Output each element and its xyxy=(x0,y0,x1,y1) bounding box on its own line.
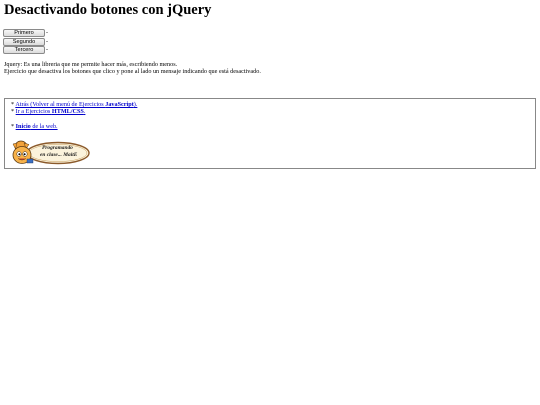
primero-button[interactable]: Primero xyxy=(3,28,45,37)
back-link[interactable]: Atrás (Volver al menú de Ejercicios Java… xyxy=(15,101,137,108)
home-link[interactable]: Inicio de la web. xyxy=(16,123,58,130)
bullet: * xyxy=(11,101,15,108)
nav-item-home: * Inicio de la web. xyxy=(11,123,58,130)
logo-text-line2: en clase... MaitE xyxy=(40,152,78,158)
nav-item-css: * Ir a Ejercicios HTML/CSS. xyxy=(11,108,85,115)
logo-text-line1: Programando xyxy=(42,145,73,151)
primero-status-message: - xyxy=(46,29,48,36)
nav-item-back: * Atrás (Volver al menú de Ejercicios Ja… xyxy=(11,101,137,108)
button-row-tercero: Tercero - xyxy=(3,45,48,54)
tercero-status-message: - xyxy=(46,46,48,53)
navigation-box: * Atrás (Volver al menú de Ejercicios Ja… xyxy=(4,98,536,169)
description-jquery: Jquery: Es una libreria que me permite h… xyxy=(4,61,178,68)
html-css-link[interactable]: Ir a Ejercicios HTML/CSS. xyxy=(16,108,86,115)
programando-en-clase-logo[interactable]: Programando en clase... MaitE xyxy=(10,140,90,165)
bullet: * xyxy=(11,108,15,115)
description-exercise: Ejercicio que desactiva los botones que … xyxy=(4,68,261,75)
tercero-button[interactable]: Tercero xyxy=(3,45,45,54)
page-title: Desactivando botones con jQuery xyxy=(4,2,212,18)
bullet: * xyxy=(11,123,15,130)
button-row-primero: Primero - xyxy=(3,28,48,37)
